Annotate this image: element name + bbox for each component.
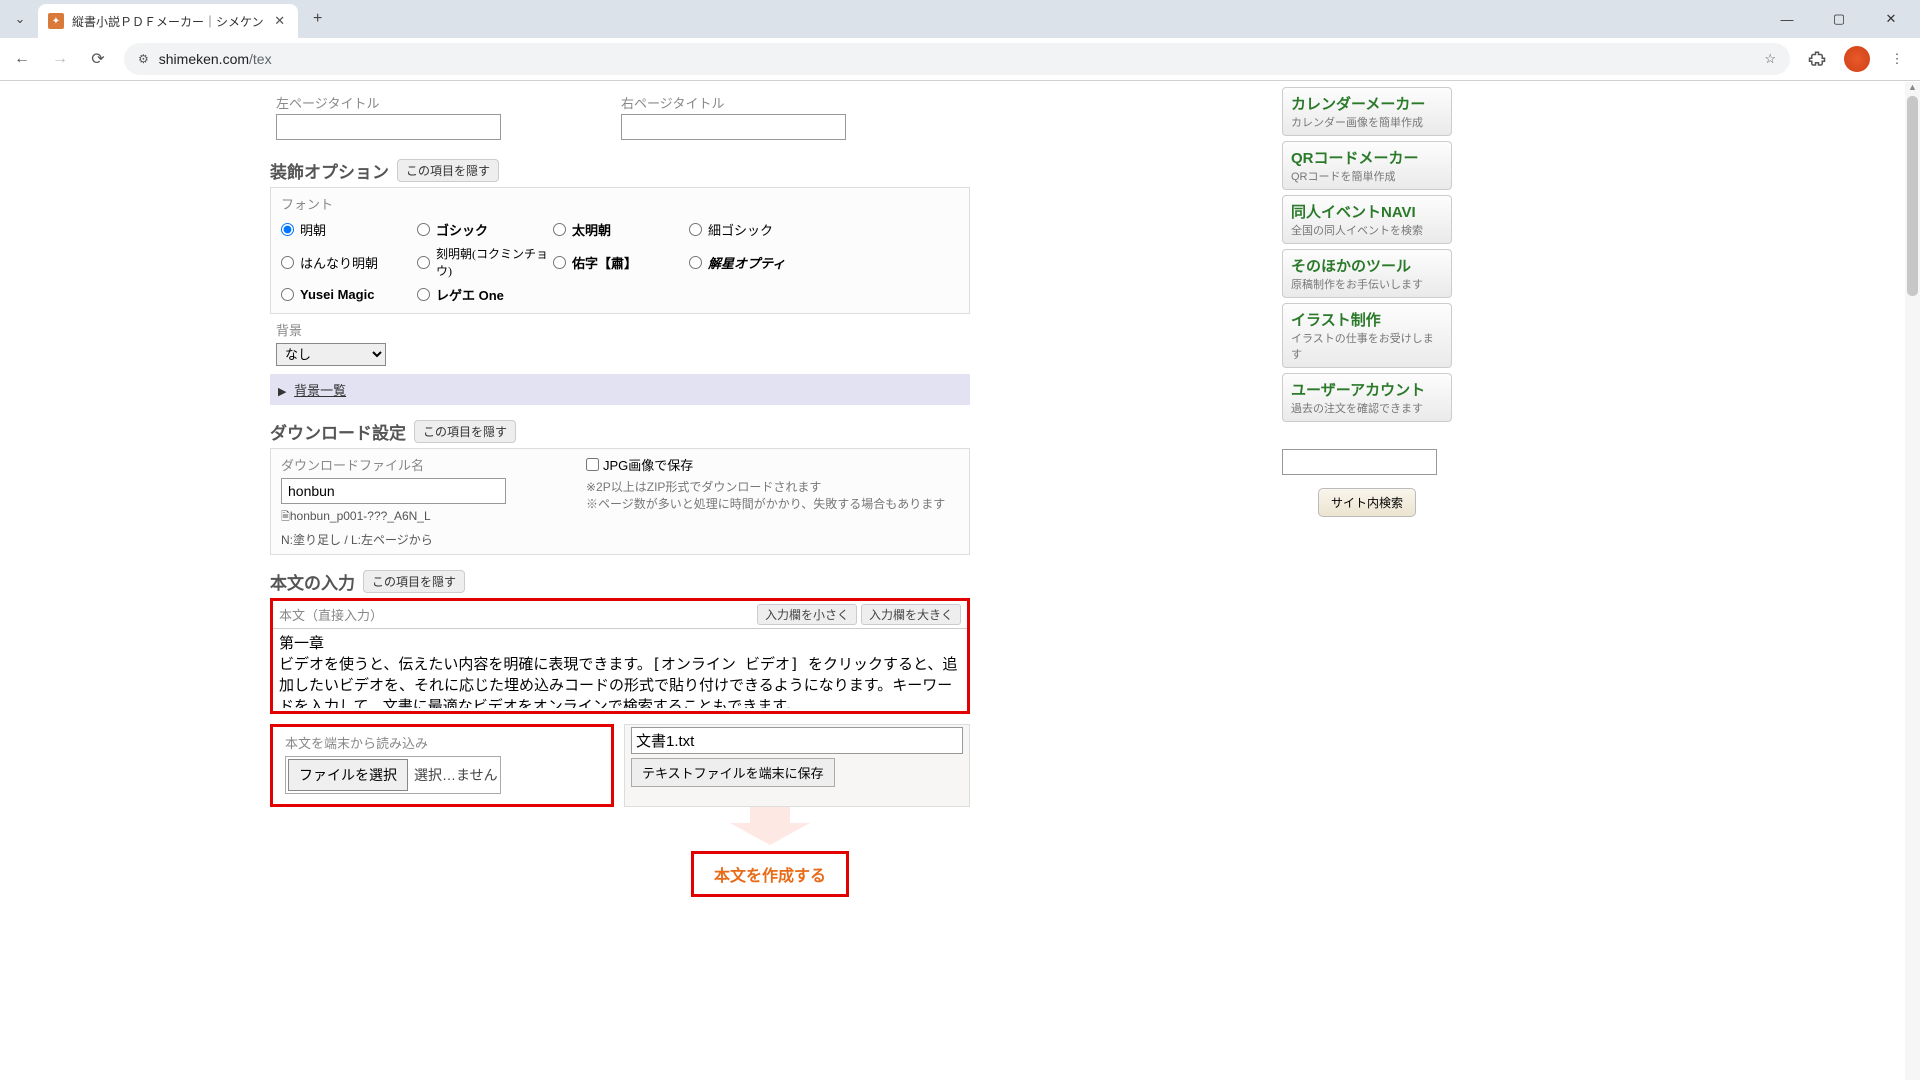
favicon-icon: ✦	[48, 13, 64, 29]
triangle-right-icon: ▶	[278, 386, 286, 398]
sidebar-desc: カレンダー画像を簡単作成	[1291, 114, 1443, 130]
profile-avatar-icon[interactable]	[1844, 46, 1870, 72]
background-select[interactable]: なし	[276, 343, 386, 366]
browser-menu-icon[interactable]: ⋮	[1884, 46, 1910, 72]
filename-input[interactable]	[281, 478, 506, 504]
sidebar-title: 同人イベントNAVI	[1291, 201, 1443, 222]
tab-dropdown-icon[interactable]: ⌄	[8, 7, 32, 31]
file-load-label: 本文を端末から読み込み	[285, 733, 599, 752]
font-opt-hannari[interactable]: はんなり明朝	[281, 242, 417, 282]
jpg-checkbox-row[interactable]: JPG画像で保存	[586, 455, 945, 474]
scrollbar-thumb[interactable]	[1907, 96, 1918, 296]
sidebar-desc: QRコードを簡単作成	[1291, 168, 1443, 184]
decoration-hide-button[interactable]: この項目を隠す	[397, 159, 499, 182]
nav-back-icon[interactable]: ←	[10, 47, 34, 71]
scroll-up-icon[interactable]: ▲	[1905, 82, 1920, 96]
download-hide-button[interactable]: この項目を隠す	[414, 420, 516, 443]
sidebar-title: そのほかのツール	[1291, 255, 1443, 276]
font-opt-yuji[interactable]: 佑字【肅】	[553, 242, 689, 282]
site-info-icon[interactable]: ⚙	[138, 52, 149, 66]
font-opt-futomincho[interactable]: 太明朝	[553, 217, 689, 242]
sidebar-item-tools[interactable]: そのほかのツール 原稿制作をお手伝いします	[1282, 249, 1452, 298]
filename-legend: N:塗り足し / L:左ページから	[281, 531, 506, 548]
sidebar-item-calendar[interactable]: カレンダーメーカー カレンダー画像を簡単作成	[1282, 87, 1452, 136]
direct-input-label: 本文（直接入力）	[279, 605, 753, 624]
font-opt-mincho[interactable]: 明朝	[281, 217, 417, 242]
sidebar-title: イラスト制作	[1291, 309, 1443, 330]
sidebar-item-qr[interactable]: QRコードメーカー QRコードを簡単作成	[1282, 141, 1452, 190]
site-search-input[interactable]	[1282, 449, 1437, 475]
generate-button[interactable]: 本文を作成する	[691, 851, 849, 897]
sidebar-item-illust[interactable]: イラスト制作 イラストの仕事をお受けします	[1282, 303, 1452, 368]
arrow-down-icon	[710, 807, 830, 847]
jpg-note1: ※2P以上はZIP形式でダウンロードされます	[586, 478, 945, 495]
sidebar-desc: イラストの仕事をお受けします	[1291, 330, 1443, 362]
font-opt-reggae[interactable]: レゲエ One	[417, 282, 553, 307]
jpg-checkbox[interactable]	[586, 458, 599, 471]
font-label: フォント	[281, 194, 959, 213]
background-label: 背景	[276, 320, 1270, 339]
file-status: 選択…ません	[408, 765, 498, 785]
background-list-link[interactable]: 背景一覧	[294, 383, 346, 398]
window-maximize-icon[interactable]: ▢	[1822, 5, 1856, 33]
sidebar-item-event[interactable]: 同人イベントNAVI 全国の同人イベントを検索	[1282, 195, 1452, 244]
font-opt-gothic[interactable]: ゴシック	[417, 217, 553, 242]
jpg-note2: ※ページ数が多いと処理に時間がかかり、失敗する場合もあります	[586, 495, 945, 512]
font-radio-group: 明朝 ゴシック 太明朝 細ゴシック はんなり明朝 刻明朝(コクミンチョウ) 佑字…	[281, 217, 959, 307]
vertical-scrollbar[interactable]: ▲	[1905, 82, 1920, 1080]
save-file-button[interactable]: テキストファイルを端末に保存	[631, 758, 835, 787]
body-section-title: 本文の入力	[270, 569, 355, 594]
body-textarea[interactable]: 第一章 ビデオを使うと、伝えたい内容を明確に表現できます。[オンライン ビデオ]…	[273, 628, 967, 708]
right-page-title-label: 右ページタイトル	[621, 91, 846, 114]
filename-label: ダウンロードファイル名	[281, 455, 506, 474]
body-hide-button[interactable]: この項目を隠す	[363, 570, 465, 593]
new-tab-button[interactable]: +	[304, 5, 332, 33]
window-close-icon[interactable]: ✕	[1874, 5, 1908, 33]
nav-reload-icon[interactable]: ⟳	[86, 47, 110, 71]
site-search-button[interactable]: サイト内検索	[1318, 488, 1416, 517]
sidebar-desc: 過去の注文を確認できます	[1291, 400, 1443, 416]
textarea-smaller-button[interactable]: 入力欄を小さく	[757, 604, 857, 625]
file-icon: 🗎	[281, 511, 290, 523]
font-opt-hosogothic[interactable]: 細ゴシック	[689, 217, 825, 242]
sidebar-title: カレンダーメーカー	[1291, 93, 1443, 114]
bookmark-star-icon[interactable]: ☆	[1764, 51, 1776, 67]
extensions-icon[interactable]	[1804, 46, 1830, 72]
file-save-block: テキストファイルを端末に保存	[624, 724, 970, 807]
address-bar[interactable]: ⚙ shimeken.com/tex ☆	[124, 43, 1790, 75]
download-section-title: ダウンロード設定	[270, 419, 406, 444]
sidebar-desc: 原稿制作をお手伝いします	[1291, 276, 1443, 292]
body-textarea-block: 本文（直接入力） 入力欄を小さく 入力欄を大きく 第一章 ビデオを使うと、伝えた…	[270, 598, 970, 714]
tab-title: 縦書小説ＰＤＦメーカー｜シメケン	[72, 13, 264, 30]
nav-forward-icon[interactable]: →	[48, 47, 72, 71]
textarea-larger-button[interactable]: 入力欄を大きく	[861, 604, 961, 625]
tab-close-icon[interactable]: ✕	[272, 13, 288, 29]
browser-tab[interactable]: ✦ 縦書小説ＰＤＦメーカー｜シメケン ✕	[38, 4, 298, 38]
decoration-section-title: 装飾オプション	[270, 158, 389, 183]
url-text: shimeken.com/tex	[159, 51, 1755, 67]
left-page-title-label: 左ページタイトル	[276, 91, 501, 114]
font-opt-kaisei[interactable]: 解星オプティ	[689, 242, 825, 282]
file-load-block: 本文を端末から読み込み ファイルを選択 選択…ません	[270, 724, 614, 807]
left-page-title-input[interactable]	[276, 114, 501, 140]
choose-file-button[interactable]: ファイルを選択	[288, 759, 408, 791]
right-page-title-input[interactable]	[621, 114, 846, 140]
filename-pattern: 🗎honbun_p001-???_A6N_L	[281, 508, 506, 527]
sidebar-title: QRコードメーカー	[1291, 147, 1443, 168]
window-minimize-icon[interactable]: —	[1770, 5, 1804, 33]
font-opt-kokumin[interactable]: 刻明朝(コクミンチョウ)	[417, 242, 553, 282]
sidebar-desc: 全国の同人イベントを検索	[1291, 222, 1443, 238]
font-opt-yusei[interactable]: Yusei Magic	[281, 282, 417, 307]
save-filename-input[interactable]	[631, 727, 963, 754]
background-list-row[interactable]: ▶ 背景一覧	[270, 374, 970, 405]
sidebar-item-account[interactable]: ユーザーアカウント 過去の注文を確認できます	[1282, 373, 1452, 422]
sidebar-title: ユーザーアカウント	[1291, 379, 1443, 400]
